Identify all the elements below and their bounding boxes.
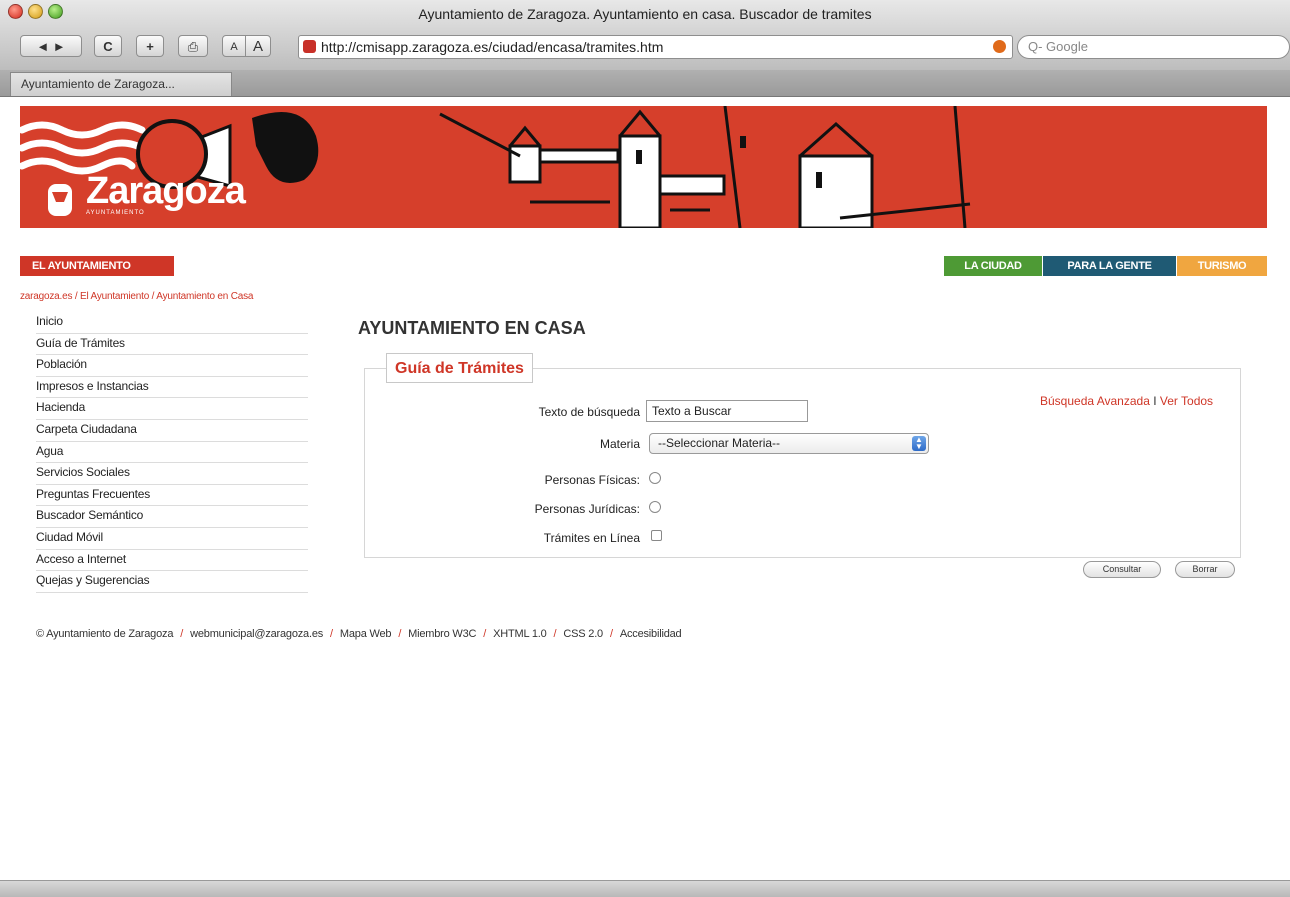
nav-tab-para-la-gente[interactable]: PARA LA GENTE	[1043, 256, 1176, 276]
footer-w3c-link[interactable]: Miembro W3C	[408, 628, 476, 640]
sidebar-item-ciudad-movil[interactable]: Ciudad Móvil	[36, 528, 308, 550]
window-title: Ayuntamiento de Zaragoza. Ayuntamiento e…	[418, 6, 872, 22]
sidebar-item-impresos[interactable]: Impresos e Instancias	[36, 377, 308, 399]
logo-text: Zaragoza	[86, 170, 246, 212]
materia-select[interactable]: --Seleccionar Materia-- ▲ ▼	[649, 433, 929, 454]
sidebar-item-quejas[interactable]: Quejas y Sugerencias	[36, 571, 308, 593]
site-favicon-icon	[303, 40, 316, 53]
nav-tab-ayuntamiento[interactable]: EL AYUNTAMIENTO	[20, 256, 174, 276]
breadcrumb[interactable]: zaragoza.es / El Ayuntamiento / Ayuntami…	[20, 291, 253, 302]
footer-copyright: © Ayuntamiento de Zaragoza	[36, 628, 174, 640]
footer-xhtml-link[interactable]: XHTML 1.0	[493, 628, 547, 640]
sidebar-item-poblacion[interactable]: Población	[36, 355, 308, 377]
borrar-button[interactable]: Borrar	[1175, 561, 1235, 578]
nav-tab-la-ciudad[interactable]: LA CIUDAD	[944, 256, 1042, 276]
tab-bar: Ayuntamiento de Zaragoza...	[0, 70, 1290, 97]
footer-separator: /	[180, 628, 184, 640]
personas-juridicas-label: Personas Jurídicas:	[534, 502, 640, 516]
add-bookmark-button[interactable]: +	[136, 35, 164, 57]
footer-separator: /	[483, 628, 487, 640]
tramites-linea-checkbox[interactable]	[651, 530, 662, 541]
search-input[interactable]: Q- Google	[1017, 35, 1290, 59]
footer-separator: /	[398, 628, 402, 640]
sidebar-item-agua[interactable]: Agua	[36, 442, 308, 464]
footer-separator: /	[553, 628, 557, 640]
footer-accesibilidad-link[interactable]: Accesibilidad	[620, 628, 682, 640]
sidebar-item-hacienda[interactable]: Hacienda	[36, 398, 308, 420]
address-url: http://cmisapp.zaragoza.es/ciudad/encasa…	[321, 39, 664, 55]
personas-fisicas-radio[interactable]	[649, 472, 661, 484]
text-bigger-button[interactable]: A	[245, 35, 271, 57]
link-separator: I	[1153, 394, 1157, 408]
search-text-input[interactable]	[646, 400, 808, 422]
personas-fisicas-label: Personas Físicas:	[544, 473, 640, 487]
back-forward-button[interactable]: ◄ ►	[20, 35, 82, 57]
footer-email-link[interactable]: webmunicipal@zaragoza.es	[190, 628, 323, 640]
sidebar-item-preguntas[interactable]: Preguntas Frecuentes	[36, 485, 308, 507]
footer-mapa-link[interactable]: Mapa Web	[340, 628, 392, 640]
page-footer: © Ayuntamiento de Zaragoza / webmunicipal@…	[36, 628, 682, 640]
sidebar-item-internet[interactable]: Acceso a Internet	[36, 550, 308, 572]
materia-label: Materia	[599, 437, 640, 451]
print-button[interactable]: ⎙	[178, 35, 208, 57]
personas-juridicas-radio[interactable]	[649, 501, 661, 513]
rss-icon[interactable]	[993, 40, 1006, 53]
sidebar-item-inicio[interactable]: Inicio	[36, 312, 308, 334]
sidebar-item-servicios-sociales[interactable]: Servicios Sociales	[36, 463, 308, 485]
text-smaller-button[interactable]: A	[222, 35, 246, 57]
reload-button[interactable]: C	[94, 35, 122, 57]
footer-separator: /	[330, 628, 333, 640]
browser-tab[interactable]: Ayuntamiento de Zaragoza...	[10, 72, 232, 96]
nav-tab-turismo[interactable]: TURISMO	[1177, 256, 1267, 276]
materia-selected-value: --Seleccionar Materia--	[658, 436, 781, 450]
status-bar	[0, 880, 1290, 897]
footer-separator: /	[609, 628, 613, 640]
sidebar-item-buscador[interactable]: Buscador Semántico	[36, 506, 308, 528]
form-legend: Guía de Trámites	[386, 353, 533, 383]
tramites-linea-label: Trámites en Línea	[543, 531, 640, 545]
logo-subtitle: AYUNTAMIENTO	[86, 210, 145, 216]
select-arrows-icon: ▲ ▼	[912, 436, 926, 451]
search-text-label: Texto de búsqueda	[538, 405, 640, 419]
sidebar-item-carpeta[interactable]: Carpeta Ciudadana	[36, 420, 308, 442]
address-bar[interactable]: http://cmisapp.zaragoza.es/ciudad/encasa…	[298, 35, 1013, 59]
consultar-button[interactable]: Consultar	[1083, 561, 1161, 578]
header-banner: Zaragoza AYUNTAMIENTO	[20, 106, 1267, 228]
search-links: Búsqueda Avanzada I Ver Todos	[1040, 394, 1213, 408]
browser-toolbar: Ayuntamiento de Zaragoza. Ayuntamiento e…	[0, 0, 1290, 71]
sidebar-menu: Inicio Guía de Trámites Población Impres…	[36, 312, 308, 593]
sidebar-item-guia-tramites[interactable]: Guía de Trámites	[36, 334, 308, 356]
advanced-search-link[interactable]: Búsqueda Avanzada	[1040, 394, 1150, 408]
view-all-link[interactable]: Ver Todos	[1160, 394, 1213, 408]
footer-css-link[interactable]: CSS 2.0	[563, 628, 603, 640]
page-title: AYUNTAMIENTO EN CASA	[358, 318, 586, 338]
